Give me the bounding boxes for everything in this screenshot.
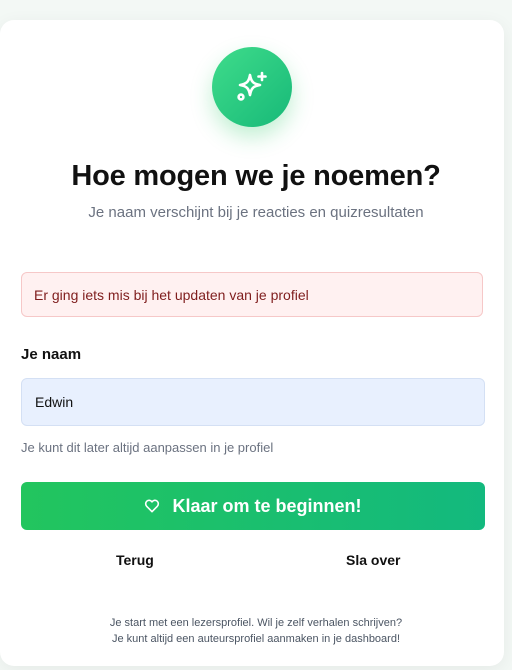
heart-icon <box>144 498 160 514</box>
submit-label: Klaar om te beginnen! <box>172 495 362 516</box>
name-hint: Je kunt dit later altijd aanpassen in je… <box>21 440 274 455</box>
footer-line-1: Je start met een lezersprofiel. Wil je z… <box>109 617 403 629</box>
skip-button[interactable]: Sla over <box>346 552 400 568</box>
footer-note: Je start met een lezersprofiel. Wil je z… <box>0 615 512 647</box>
name-input[interactable] <box>21 378 485 426</box>
footer-line-2: Je kunt altijd een auteursprofiel aanmak… <box>111 633 401 645</box>
sparkles-icon <box>237 71 267 101</box>
back-button[interactable]: Terug <box>116 552 154 568</box>
error-message: Er ging iets mis bij het updaten van je … <box>34 286 309 303</box>
sparkles-badge <box>212 47 292 127</box>
page-subtitle: Je naam verschijnt bij je reacties en qu… <box>88 204 424 221</box>
page-title: Hoe mogen we je noemen? <box>71 160 441 192</box>
submit-button[interactable]: Klaar om te beginnen! <box>21 482 485 530</box>
error-alert: Er ging iets mis bij het updaten van je … <box>21 272 483 317</box>
name-label: Je naam <box>21 346 82 363</box>
